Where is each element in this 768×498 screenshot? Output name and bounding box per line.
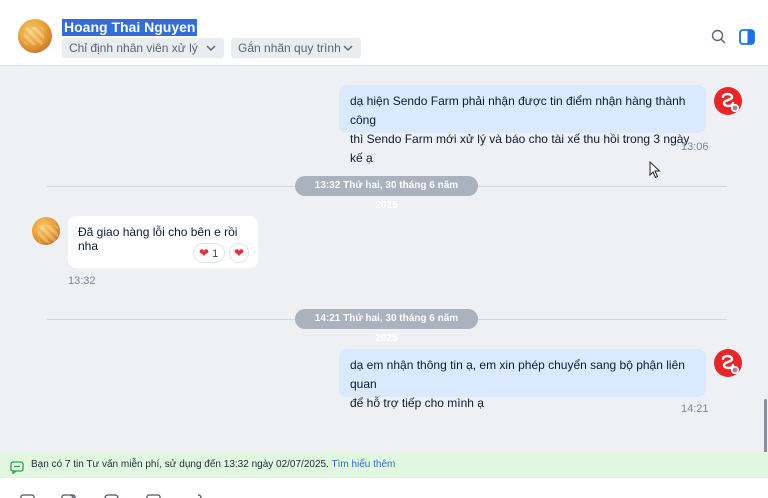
incoming-message[interactable]: Đã giao hàng lỗi cho bên e rồi nha <box>68 216 258 268</box>
date-divider: 13:32 Thứ hai, 30 tháng 6 năm 2025 <box>295 176 478 211</box>
heart-icon: ❤ <box>199 246 210 260</box>
search-icon[interactable] <box>710 28 728 46</box>
more-icon[interactable] <box>190 493 206 498</box>
outgoing-message[interactable]: dạ em nhận thông tin ạ, em xin phép chuy… <box>339 349 706 410</box>
contact-name[interactable]: Hoang Thai Nguyen <box>62 19 198 36</box>
add-reaction-button[interactable]: ❤ <box>229 243 249 263</box>
contact-avatar[interactable] <box>32 217 60 245</box>
reaction-count[interactable]: ❤ 1 <box>193 243 226 263</box>
assign-staff-dropdown[interactable]: Chỉ định nhân viên xử lý <box>62 38 224 58</box>
attachment-icon[interactable] <box>104 493 120 498</box>
scrollbar-thumb[interactable] <box>764 399 767 452</box>
date-divider: 14:21 Thứ hai, 30 tháng 6 năm 2025 <box>295 309 478 344</box>
message-time: 13:32 <box>68 275 96 287</box>
chevron-down-icon <box>206 38 216 65</box>
composer-toolbar <box>0 478 768 498</box>
card-icon[interactable] <box>146 493 162 498</box>
banner-text: Bạn có 7 tin Tư vấn miễn phí, sử dụng đế… <box>31 459 329 470</box>
message-line: thì Sendo Farm mới xử lý và báo cho tài … <box>350 132 690 165</box>
reaction-number: 1 <box>212 248 219 260</box>
sendo-avatar[interactable] <box>714 87 742 115</box>
contact-avatar[interactable] <box>18 19 52 53</box>
tag-process-dropdown[interactable]: Gắn nhãn quy trình <box>231 38 361 58</box>
heart-icon: ❤ <box>233 246 245 260</box>
message-list[interactable]: dạ hiện Sendo Farm phải nhận được tin đi… <box>0 67 768 452</box>
sidebar-toggle-icon[interactable] <box>738 28 756 46</box>
chevron-down-icon <box>343 38 353 65</box>
learn-more-link[interactable]: Tìm hiểu thêm <box>331 459 395 470</box>
message-time: 13:06 <box>681 141 709 153</box>
outgoing-message[interactable]: dạ hiện Sendo Farm phải nhận được tin đi… <box>339 85 706 165</box>
free-consult-banner: Bạn có 7 tin Tư vấn miễn phí, sử dụng đế… <box>0 452 768 478</box>
message-time: 14:21 <box>681 403 709 415</box>
assign-staff-label: Chỉ định nhân viên xử lý <box>69 41 198 55</box>
sticker-icon[interactable] <box>20 493 36 498</box>
message-line: dạ em nhận thông tin ạ, em xin phép chuy… <box>350 358 685 391</box>
tag-process-label: Gắn nhãn quy trình <box>238 41 341 55</box>
image-icon[interactable] <box>61 493 77 498</box>
message-line: để hỗ trợ tiếp cho mình ạ <box>350 396 484 410</box>
message-line: dạ hiện Sendo Farm phải nhận được tin đi… <box>350 94 686 127</box>
sendo-avatar[interactable] <box>714 349 742 377</box>
chat-header: Hoang Thai Nguyen Chỉ định nhân viên xử … <box>0 0 768 66</box>
mouse-cursor-icon <box>649 160 661 184</box>
